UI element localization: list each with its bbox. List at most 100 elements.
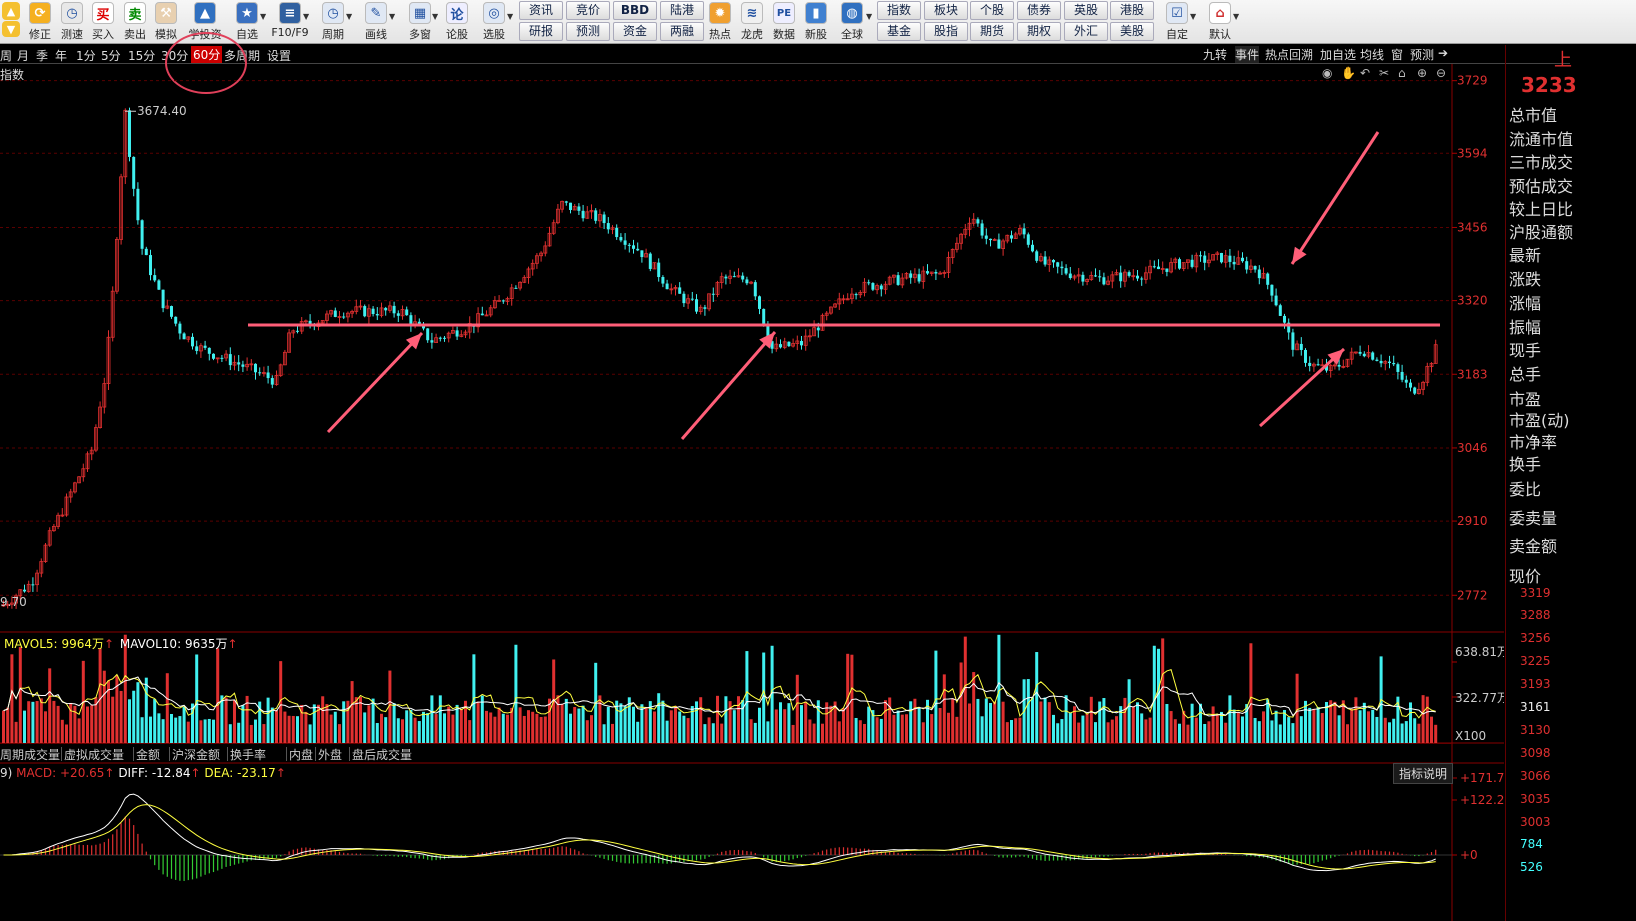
dropdown-caret-icon[interactable]: ▼ [1233, 12, 1239, 21]
toolbar-button-0[interactable]: ⟳ 修正 [24, 0, 56, 44]
volume-bar [980, 716, 984, 743]
toolbar-button-16[interactable]: ▮ 新股 [800, 0, 832, 44]
volume-bar [766, 721, 770, 743]
price-axis-tick: 3098 [1520, 746, 1551, 760]
right-tool-tab[interactable]: 预测 [1410, 46, 1434, 63]
dropdown-caret-icon[interactable]: ▼ [507, 12, 513, 21]
chart-tool-icon[interactable]: ⌂ [1398, 66, 1406, 80]
kline-chart-area[interactable]: 3729 3594 3456 3320 3183 3046 2910 2772 ◉ ✋ ↶ ✂ ⌂ ⊕ ⊖ 3… [0, 64, 1504, 921]
toolbar-button-18[interactable]: ☑ 自定 [1161, 0, 1193, 44]
volume-bar [224, 697, 228, 743]
quick-link-button[interactable]: 债券 [1017, 1, 1061, 20]
candle-body [632, 245, 635, 249]
toolbar-button-13[interactable]: ✹ 热点 [704, 0, 736, 44]
quick-link-button[interactable]: 研报 [519, 22, 563, 41]
right-tool-tab[interactable]: 九转 [1203, 46, 1227, 63]
period-tab[interactable]: 设置 [267, 47, 291, 64]
dropdown-caret-icon[interactable]: ▼ [389, 12, 395, 21]
indicator-tab[interactable]: 周期成交量 [0, 746, 60, 763]
toolbar-button-14[interactable]: ≋ 龙虎 [736, 0, 768, 44]
toolbar-button-6[interactable]: ★ 自选 [231, 0, 263, 44]
indicator-tab[interactable]: 虚拟成交量 [64, 746, 124, 763]
quick-link-button[interactable]: 个股 [970, 1, 1014, 20]
indicator-tab[interactable]: 盘后成交量 [352, 746, 412, 763]
quick-link-button[interactable]: 英股 [1064, 1, 1108, 20]
chart-tool-icon[interactable]: ↶ [1360, 66, 1370, 80]
chart-tool-icon[interactable]: ✋ [1341, 66, 1356, 80]
period-tab[interactable]: 季 [36, 47, 48, 64]
volume-bar [1295, 673, 1299, 743]
toolbar-button-17[interactable]: ◍ 全球 [836, 0, 868, 44]
quick-link-button[interactable]: 股指 [924, 22, 968, 41]
candle-body [800, 340, 803, 346]
volume-bar [1026, 679, 1030, 743]
quick-link-button[interactable]: 外汇 [1064, 22, 1108, 41]
right-tool-tab[interactable]: 均线 [1360, 46, 1384, 63]
quick-link-button[interactable]: 期货 [970, 22, 1014, 41]
toolbar-button-11[interactable]: 论论股 [441, 0, 473, 44]
indicator-tab[interactable]: 沪深金额 [172, 746, 220, 763]
toolbar-button-2[interactable]: 买买入 [87, 0, 119, 44]
right-tool-tab[interactable]: 窗 [1391, 46, 1403, 63]
candle-body [363, 306, 367, 317]
indicator-tab[interactable]: 金额 [136, 746, 160, 763]
volume-bar [1207, 721, 1211, 743]
toolbar-button-7[interactable]: ≡ F10/F9 [271, 0, 309, 44]
chart-tool-icon[interactable]: ⊕ [1417, 66, 1427, 80]
toolbar-button-10[interactable]: ▦ 多窗 [404, 0, 436, 44]
toolbar-button-9[interactable]: ✎ 画线 [360, 0, 392, 44]
quick-link-button[interactable]: 陆港 [660, 1, 704, 20]
right-tool-tab[interactable]: 加自选 [1320, 46, 1356, 63]
chart-tool-icon[interactable]: ⊖ [1436, 66, 1446, 80]
dropdown-caret-icon[interactable]: ▼ [303, 12, 309, 21]
right-tool-tab[interactable]: 热点回溯 [1265, 46, 1313, 63]
volume-bar [514, 644, 518, 743]
quick-link-button[interactable]: 美股 [1110, 22, 1154, 41]
indicator-tab[interactable]: 外盘 [318, 746, 342, 763]
volume-bar [879, 718, 883, 743]
toolbar-button-15[interactable]: PE 数据 [768, 0, 800, 44]
period-tab[interactable]: 周 [0, 47, 12, 64]
quick-link-button[interactable]: 资金 [613, 22, 657, 41]
candle-body [455, 330, 459, 337]
period-tab[interactable]: 月 [17, 47, 29, 64]
indicator-tab[interactable]: 换手率 [230, 746, 266, 763]
period-tab[interactable]: 15分 [128, 47, 155, 64]
chart-tool-icon[interactable]: ✂ [1379, 66, 1389, 80]
toolbar-button-8[interactable]: ◷ 周期 [317, 0, 349, 44]
diff-line [3, 793, 1436, 872]
volume-bar [989, 703, 992, 743]
dropdown-caret-icon[interactable]: ▼ [260, 12, 266, 21]
right-tool-tab[interactable]: 事件 [1235, 46, 1260, 63]
volume-bar [212, 719, 215, 743]
toolbar-button-3[interactable]: 卖卖出 [119, 0, 151, 44]
toolbar-button-19[interactable]: ⌂ 默认 [1204, 0, 1236, 44]
quick-link-button[interactable]: 板块 [924, 1, 968, 20]
toolbar-button-1[interactable]: ◷ 测速 [56, 0, 88, 44]
period-tab[interactable]: 1分 [76, 47, 96, 64]
toolbar-button-12[interactable]: ◎ 选股 [478, 0, 510, 44]
quick-link-button[interactable]: 基金 [877, 22, 921, 41]
toolbar-button-4[interactable]: ⚒ 模拟 [150, 0, 182, 44]
volume-bar [1274, 710, 1278, 743]
chart-tool-icon[interactable]: ◉ [1322, 66, 1332, 80]
period-tab[interactable]: 5分 [101, 47, 121, 64]
period-tab[interactable]: 年 [55, 47, 67, 64]
quick-link-button[interactable]: BBD [613, 1, 657, 20]
dropdown-caret-icon[interactable]: ▼ [432, 12, 438, 21]
collapse-panel-icon[interactable]: ➔ [1438, 46, 1448, 60]
quick-link-button[interactable]: 指数 [877, 1, 921, 20]
quick-link-button[interactable]: 预测 [566, 22, 610, 41]
quick-link-button[interactable]: 港股 [1110, 1, 1154, 20]
indicator-info-button[interactable]: 指标说明 [1393, 763, 1454, 784]
dropdown-caret-icon[interactable]: ▼ [1190, 12, 1196, 21]
quick-link-button[interactable]: 竞价 [566, 1, 610, 20]
quick-link-button[interactable]: 两融 [660, 22, 704, 41]
nav-up-down-button[interactable]: ▲ ▼ [0, 0, 22, 44]
quick-link-button[interactable]: 期权 [1017, 22, 1061, 41]
quick-link-button[interactable]: 资讯 [519, 1, 563, 20]
dropdown-caret-icon[interactable]: ▼ [346, 12, 352, 21]
dropdown-caret-icon[interactable]: ▼ [866, 12, 872, 21]
indicator-tab[interactable]: 内盘 [289, 746, 313, 763]
main-toolbar: ▲ ▼ ⟳ 修正 ◷ 测速买买入卖卖出 ⚒ 模拟 ▲ 学投资 ★ 自选 ≡ F10/F9 ◷ 周期 ✎ 画线 ▦… [0, 0, 1636, 44]
